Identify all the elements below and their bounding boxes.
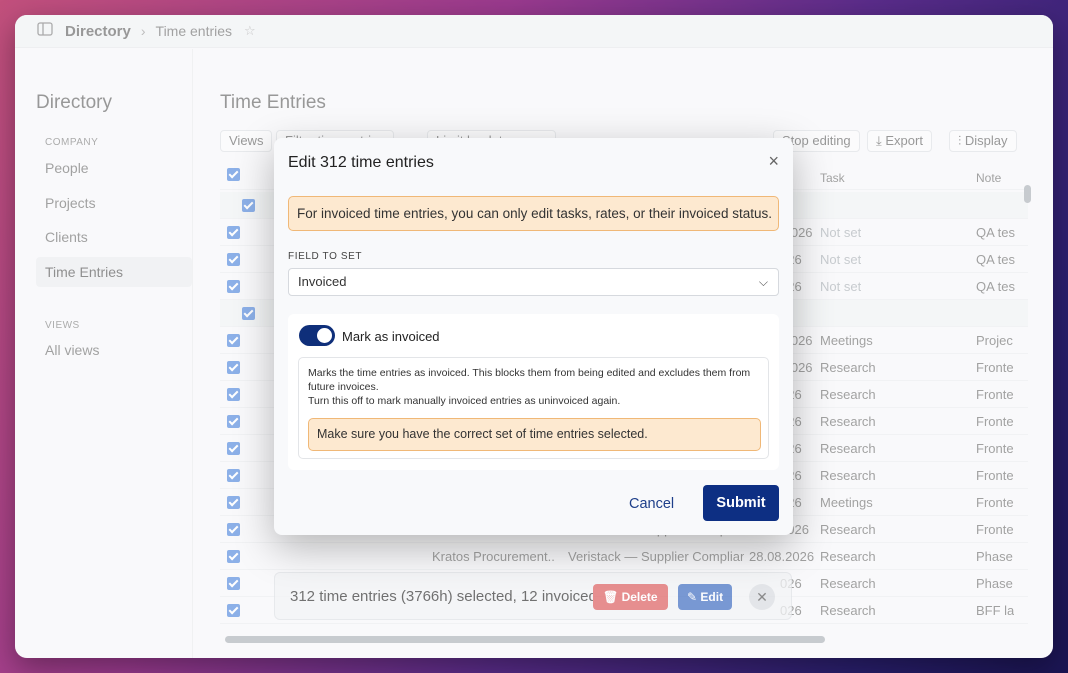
chevron-down-icon: ⌵ [758, 275, 768, 289]
selection-summary: 312 time entries (3766h) selected, 12 in… [290, 588, 597, 605]
trash-icon: 🗑 [603, 590, 619, 604]
invoiced-warning: For invoiced time entries, you can only … [288, 196, 779, 231]
selection-warning: Make sure you have the correct set of ti… [308, 418, 761, 451]
field-to-set-label: FIELD TO SET [288, 251, 363, 262]
info-text-1: Marks the time entries as invoiced. This… [308, 367, 751, 393]
submit-button[interactable]: Submit [703, 485, 779, 521]
mark-invoiced-label: Mark as invoiced [342, 329, 440, 344]
clear-selection-icon[interactable]: ✕ [749, 584, 775, 610]
dialog-title: Edit 312 time entries [288, 154, 434, 171]
edit-label: Edit [700, 590, 724, 604]
close-icon[interactable]: × [768, 151, 779, 172]
invoiced-panel: Mark as invoiced Marks the time entries … [288, 314, 779, 470]
invoiced-info-box: Marks the time entries as invoiced. This… [298, 357, 769, 459]
edit-entries-dialog: Edit 312 time entries × For invoiced tim… [274, 138, 793, 535]
cancel-button[interactable]: Cancel [629, 496, 674, 512]
edit-button[interactable]: ✎ Edit [678, 584, 733, 610]
selection-bar: 312 time entries (3766h) selected, 12 in… [274, 572, 792, 620]
pencil-icon: ✎ [687, 590, 698, 604]
delete-button[interactable]: 🗑 Delete [593, 584, 668, 610]
app-window: Directory › Time entries ☆ Directory COM… [15, 15, 1053, 658]
mark-invoiced-toggle[interactable] [299, 325, 335, 346]
field-to-set-select[interactable]: Invoiced ⌵ [288, 268, 779, 296]
info-text-2: Turn this off to mark manually invoiced … [308, 395, 621, 407]
field-to-set-value: Invoiced [298, 274, 347, 289]
delete-label: Delete [621, 590, 658, 604]
